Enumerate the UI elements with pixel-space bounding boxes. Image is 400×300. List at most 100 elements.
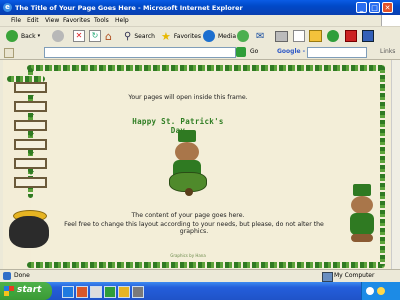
maximize-button[interactable]: □ <box>369 2 380 13</box>
bear-feet <box>351 234 373 242</box>
vine-bottom-border <box>27 262 385 268</box>
status-bar: Done My Computer <box>0 269 400 282</box>
go-arrow-icon[interactable] <box>236 47 246 57</box>
nav-box-3[interactable] <box>14 120 47 131</box>
google-toolbar-logo[interactable]: Google - <box>277 48 305 55</box>
toolbar: Back ▾ ✕ ↻ ⌂ ⚲ Search ★ Favorites Media … <box>0 27 400 46</box>
close-button[interactable]: ✕ <box>382 2 393 13</box>
stop-button[interactable]: ✕ <box>73 29 85 43</box>
address-input[interactable] <box>44 47 236 58</box>
menu-edit[interactable]: Edit <box>27 17 39 24</box>
taskbar: start <box>0 282 400 300</box>
green-hat <box>353 184 371 196</box>
bear-head <box>175 142 199 162</box>
discuss-button[interactable] <box>309 29 322 43</box>
menu-help[interactable]: Help <box>115 17 129 24</box>
graphics-credit: Graphics by Hana <box>170 253 206 258</box>
back-label: Back <box>21 32 36 40</box>
messenger-button[interactable] <box>327 29 339 43</box>
printer-icon <box>275 30 288 42</box>
bear-body <box>350 213 374 235</box>
nav-box-1[interactable] <box>14 82 47 93</box>
back-button[interactable]: Back ▾ <box>6 29 40 43</box>
menu-bar: File Edit View Favorites Tools Help <box>0 15 400 27</box>
status-text: Done <box>14 272 30 279</box>
mail-button[interactable]: ✉ <box>256 29 264 43</box>
refresh-button[interactable]: ↻ <box>89 29 101 43</box>
start-button[interactable]: start <box>0 282 52 300</box>
go-button[interactable]: Go <box>250 48 258 55</box>
cart-wheel <box>185 188 193 196</box>
green-hat <box>178 130 196 142</box>
tool-icon-2 <box>362 30 374 42</box>
extra-tool-button-2[interactable] <box>362 29 374 43</box>
computer-icon <box>322 272 333 282</box>
pot-body <box>9 216 49 248</box>
windows-flag-icon <box>4 286 14 296</box>
favorites-button[interactable]: ★ Favorites <box>161 29 201 43</box>
star-icon: ★ <box>161 29 171 43</box>
bear-head <box>351 196 373 214</box>
tool-icon <box>345 30 357 42</box>
history-button[interactable] <box>237 29 249 43</box>
quicklaunch-app-icon[interactable] <box>104 286 116 298</box>
tray-icon-2[interactable] <box>377 287 385 295</box>
tray-icon[interactable] <box>366 287 374 295</box>
search-button[interactable]: ⚲ Search <box>124 29 155 43</box>
arrow-down-icon <box>28 133 34 137</box>
zone-text: My Computer <box>334 272 375 279</box>
arrow-down-icon <box>28 152 34 156</box>
media-button[interactable]: Media <box>203 29 236 43</box>
vine-top-border <box>27 65 385 71</box>
quicklaunch-app-icon-2[interactable] <box>118 286 130 298</box>
vertical-scrollbar[interactable] <box>391 60 400 269</box>
forward-button[interactable] <box>52 29 64 43</box>
extra-tool-button[interactable] <box>345 29 357 43</box>
menu-file[interactable]: File <box>11 17 21 24</box>
mail-icon: ✉ <box>256 30 265 42</box>
window-title: The Title of Your Page Goes Here - Micro… <box>15 4 243 12</box>
leprechaun-bear-graphic <box>163 130 213 202</box>
chevron-down-icon: ▾ <box>37 33 41 39</box>
arrow-down-icon <box>28 114 34 118</box>
media-label: Media <box>218 32 237 40</box>
nav-box-5[interactable] <box>14 158 47 169</box>
links-button[interactable]: Links <box>380 48 395 55</box>
title-bar: e The Title of Your Page Goes Here - Mic… <box>0 0 400 15</box>
refresh-icon: ↻ <box>89 30 101 42</box>
content-line-1: The content of your page goes here. <box>131 212 245 219</box>
google-search-input[interactable] <box>307 47 367 58</box>
menu-view[interactable]: View <box>45 17 59 24</box>
arrow-down-icon <box>28 95 34 99</box>
arrow-down-icon <box>28 171 34 175</box>
back-arrow-icon <box>6 30 18 42</box>
minimize-button[interactable]: _ <box>356 2 367 13</box>
quicklaunch-media-icon[interactable] <box>76 286 88 298</box>
edit-button[interactable] <box>293 29 305 43</box>
ie-icon: e <box>3 3 12 12</box>
page-icon <box>4 48 14 58</box>
quicklaunch-app-icon-3[interactable] <box>132 286 144 298</box>
edit-page-icon <box>293 30 305 42</box>
nav-box-4[interactable] <box>14 139 47 150</box>
page-done-icon <box>3 272 11 280</box>
search-icon: ⚲ <box>124 30 132 42</box>
system-tray <box>361 282 400 300</box>
content-line-2: Feel free to change this layout accordin… <box>64 221 324 235</box>
leprechaun-bear-right-graphic <box>343 184 383 244</box>
frame-notice: Your pages will open inside this frame. <box>128 94 248 101</box>
quicklaunch-ie-icon[interactable] <box>62 286 74 298</box>
menu-favorites[interactable]: Favorites <box>63 17 90 24</box>
search-label: Search <box>134 32 155 40</box>
history-icon <box>237 30 249 42</box>
menu-tools[interactable]: Tools <box>94 17 109 24</box>
quicklaunch-desktop-icon[interactable] <box>90 286 102 298</box>
print-button[interactable] <box>275 29 288 43</box>
stop-icon: ✕ <box>73 30 85 42</box>
favorites-label: Favorites <box>173 32 201 40</box>
home-button[interactable]: ⌂ <box>105 29 112 43</box>
forward-arrow-icon <box>52 30 64 42</box>
nav-box-2[interactable] <box>14 101 47 112</box>
nav-box-6[interactable] <box>14 177 47 188</box>
messenger-icon <box>327 30 339 42</box>
